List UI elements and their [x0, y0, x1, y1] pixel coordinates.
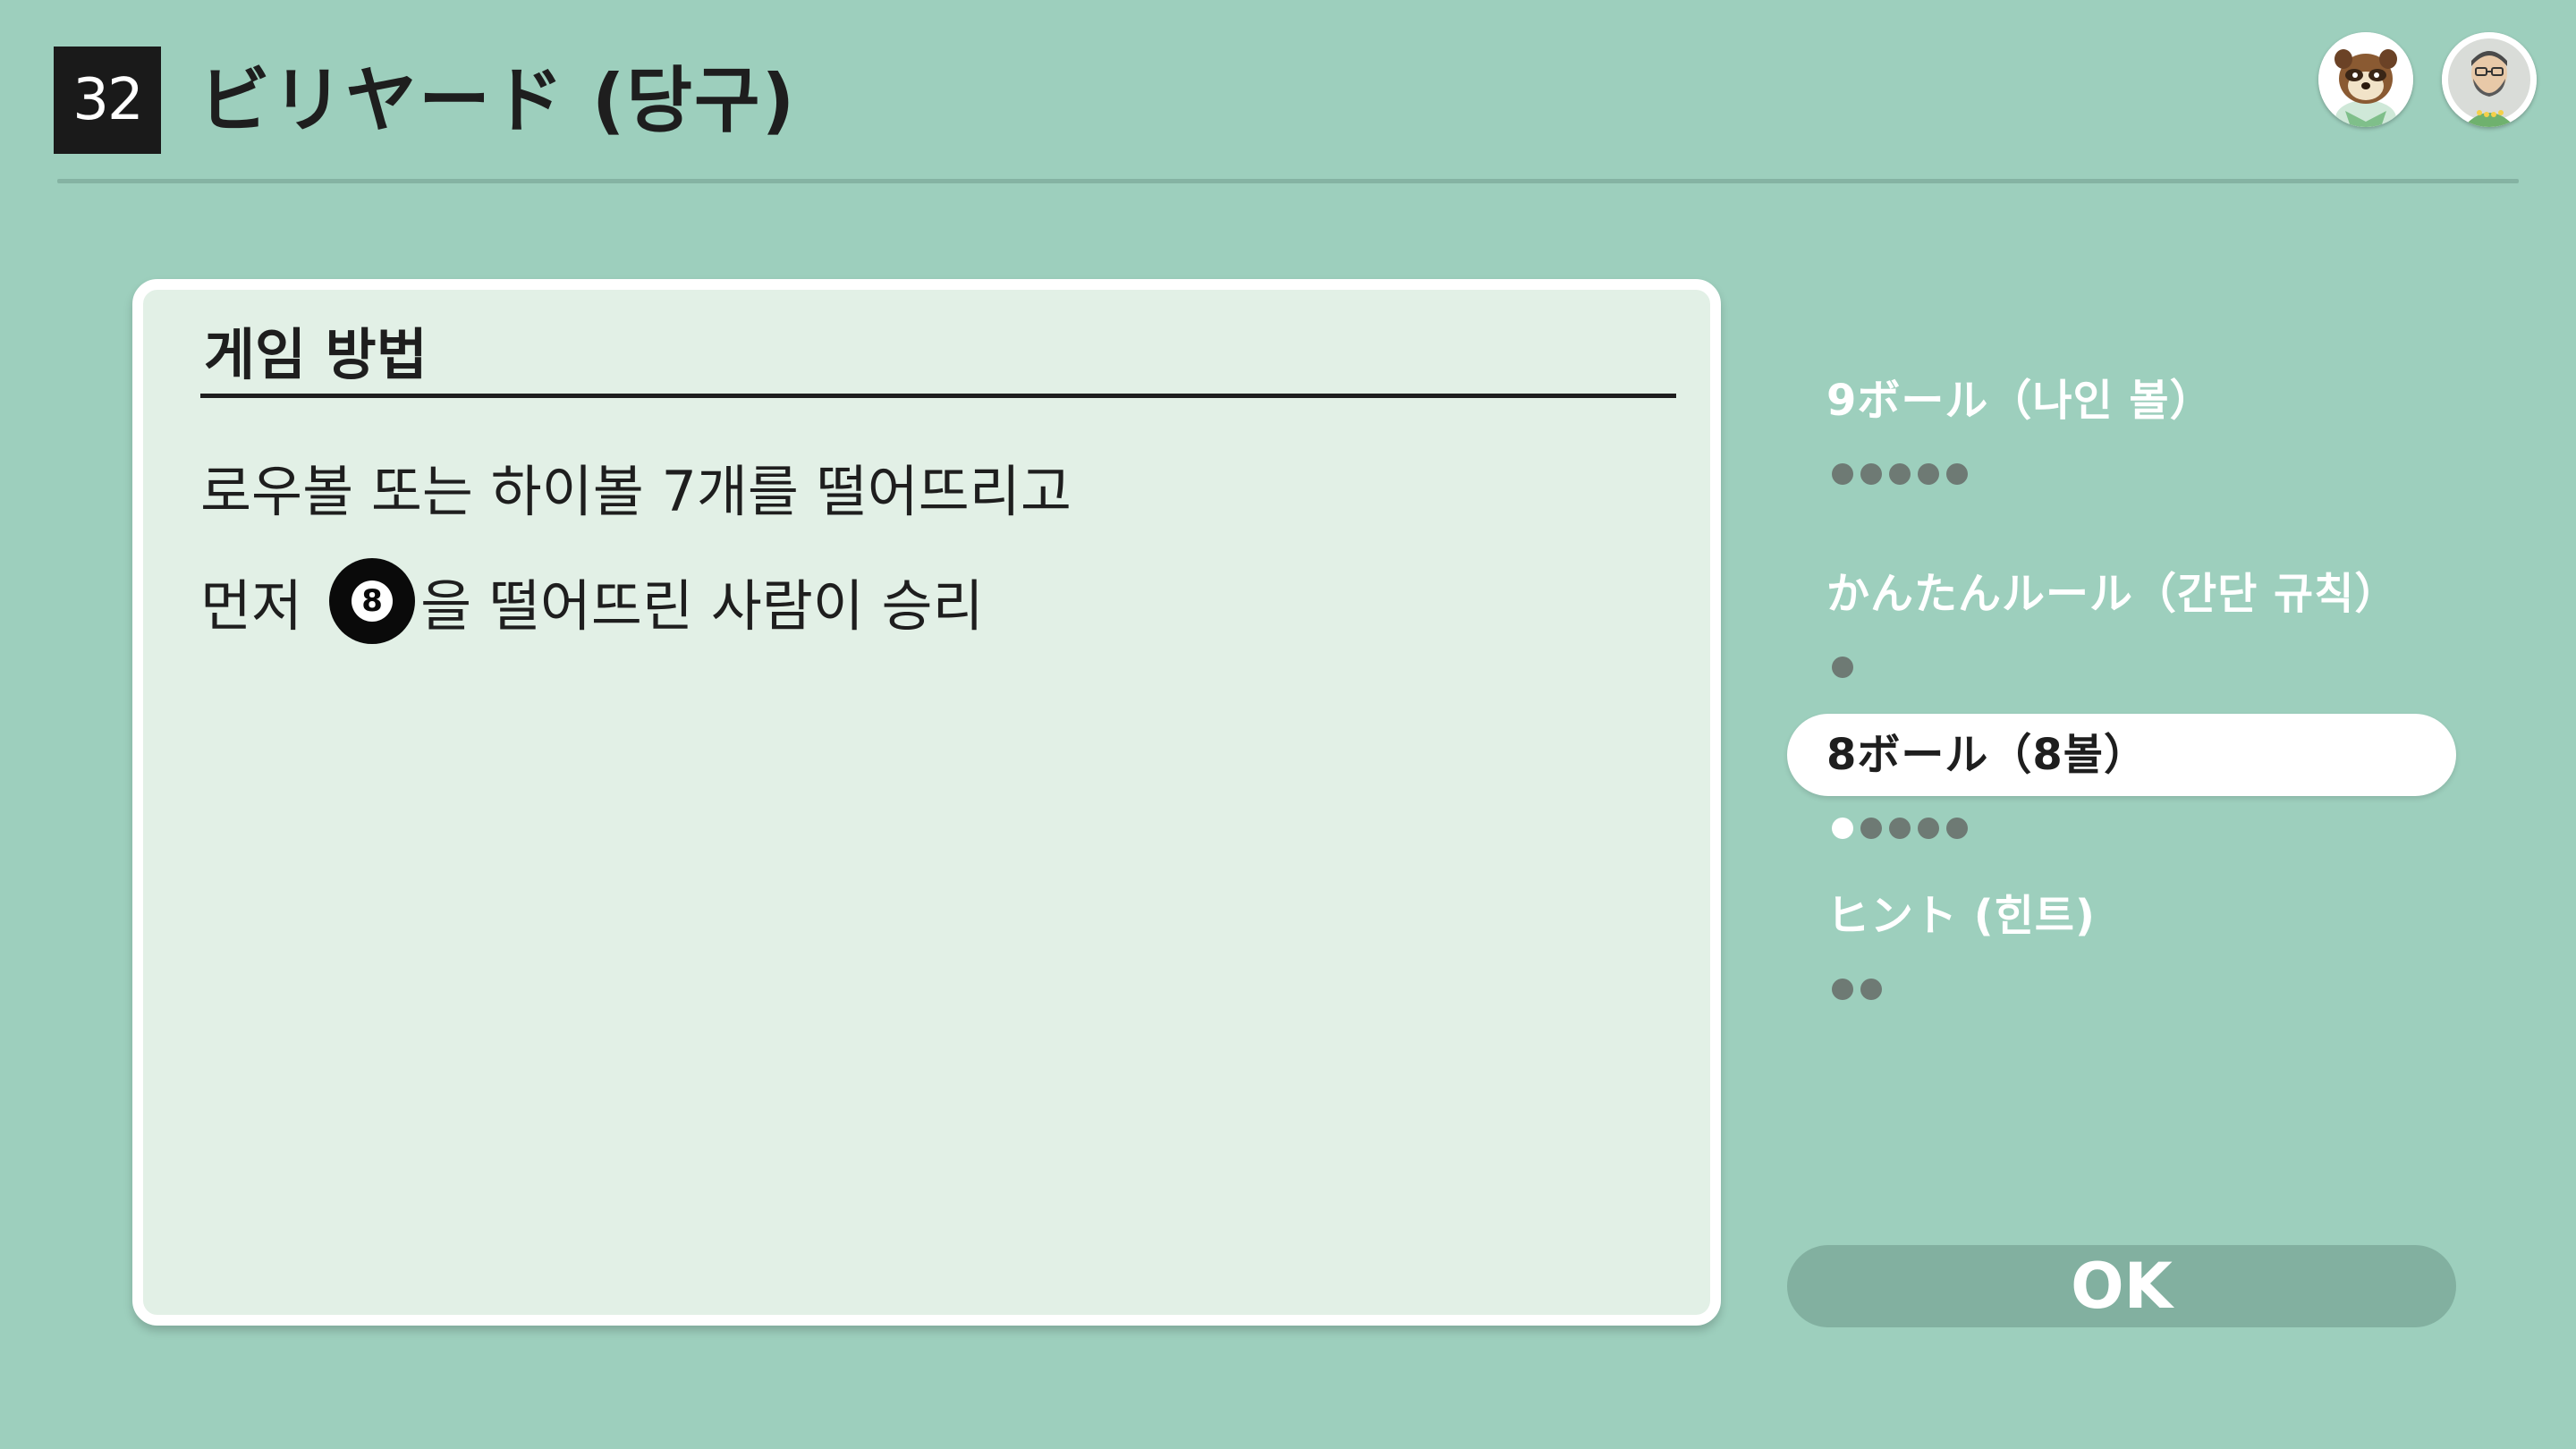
page-dot	[1946, 818, 1968, 839]
page-dot	[1889, 818, 1911, 839]
page-dot-current	[1832, 818, 1853, 839]
game-number-badge: 32	[54, 47, 161, 154]
page-dot	[1860, 979, 1882, 1000]
menu-item-label: かんたんルール（간단 규칙）	[1826, 569, 2399, 619]
page-dot	[1832, 979, 1853, 1000]
menu-item-easy-rules[interactable]: かんたんルール（간단 규칙）	[1787, 553, 2456, 635]
menu-item-9ball[interactable]: 9ボール（나인 볼）	[1787, 360, 2456, 442]
page-dot	[1860, 463, 1882, 485]
header-divider	[57, 179, 2519, 183]
page-dot	[1860, 818, 1882, 839]
menu-item-8ball[interactable]: 8ボール（8볼）	[1787, 714, 2456, 796]
rules-line-2: 먼저 8 을 떨어뜨린 사람이 승리	[200, 547, 984, 655]
menu-item-hint[interactable]: ヒント (힌트)	[1787, 875, 2456, 957]
page-dot	[1946, 463, 1968, 485]
bearded-man-avatar-icon[interactable]	[2442, 32, 2537, 127]
page-dots-easy-rules	[1832, 657, 1853, 678]
ok-button[interactable]: OK	[1787, 1245, 2456, 1327]
page-dots-8ball	[1832, 818, 1968, 839]
rules-card: 게임 방법 로우볼 또는 하이볼 7개를 떨어뜨리고 먼저 8 을 떨어뜨린 사…	[132, 279, 1721, 1326]
eight-ball-number: 8	[352, 580, 394, 622]
menu-item-label: ヒント (힌트)	[1826, 891, 2096, 941]
game-title: ビリヤード (당구)	[199, 59, 797, 142]
raccoon-avatar-icon[interactable]	[2318, 32, 2413, 127]
page-dot	[1832, 657, 1853, 678]
card-title: 게임 방법	[204, 322, 428, 387]
page-dots-hint	[1832, 979, 1882, 1000]
page-dot	[1889, 463, 1911, 485]
page-dot	[1918, 463, 1939, 485]
page-dots-9ball	[1832, 463, 1968, 485]
page-dot	[1918, 818, 1939, 839]
rules-line-1: 로우볼 또는 하이볼 7개를 떨어뜨리고	[200, 459, 1072, 524]
rules-line-2-suffix: 을 떨어뜨린 사람이 승리	[420, 573, 984, 639]
rules-line-2-prefix: 먼저	[200, 573, 303, 639]
page-dot	[1832, 463, 1853, 485]
card-title-divider	[200, 394, 1676, 398]
eight-ball-icon: 8	[329, 558, 416, 644]
menu-item-label: 8ボール（8볼）	[1826, 730, 2148, 780]
menu-item-label: 9ボール（나인 볼）	[1826, 376, 2214, 426]
